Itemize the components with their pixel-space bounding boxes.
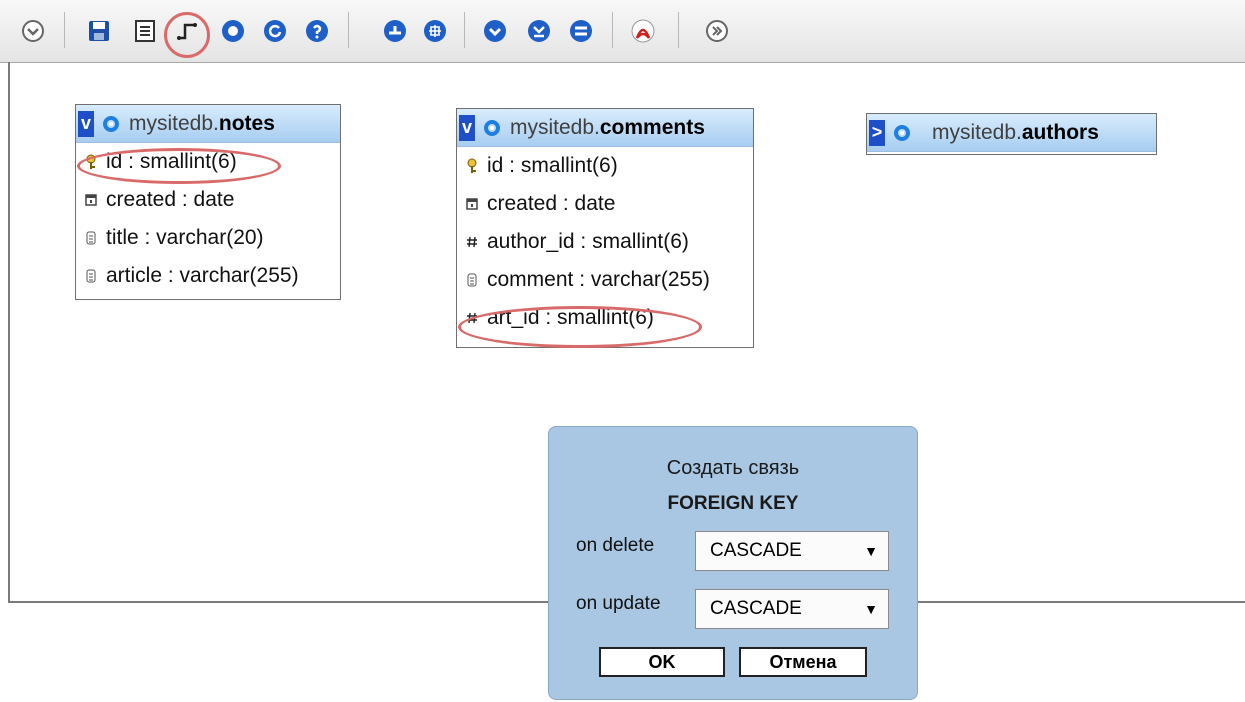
toolbar-separator bbox=[348, 12, 349, 48]
column-label: art_id : smallint(6) bbox=[487, 306, 654, 329]
on-delete-select[interactable]: CASCADE ▼ bbox=[695, 531, 889, 571]
calendar-icon bbox=[85, 194, 97, 206]
ok-button[interactable]: OK bbox=[599, 647, 725, 677]
angular-links-icon bbox=[384, 20, 406, 42]
calendar-icon bbox=[466, 198, 478, 210]
collapse-table-toggle[interactable]: v bbox=[459, 114, 475, 141]
expand-table-toggle[interactable]: > bbox=[869, 119, 885, 146]
table-notes-header[interactable]: v mysitedb. notes bbox=[76, 105, 340, 143]
dialog-title: Создать связь bbox=[666, 457, 800, 479]
dropdown-arrow-icon: ▼ bbox=[864, 543, 878, 559]
column-row[interactable]: author_id : smallint(6) bbox=[457, 223, 753, 261]
table-notes[interactable]: v mysitedb. notes id : smallint(6) create… bbox=[75, 104, 341, 300]
gear-icon[interactable] bbox=[482, 118, 502, 138]
grid-icon bbox=[424, 20, 446, 42]
column-label: created : date bbox=[487, 192, 616, 215]
circle-button[interactable] bbox=[220, 18, 246, 44]
toolbar-separator bbox=[64, 12, 65, 48]
reload-icon bbox=[264, 20, 286, 42]
foreign-key-dialog: Создать связь FOREIGN KEY on delete CASC… bbox=[548, 426, 918, 700]
hash-icon bbox=[467, 236, 477, 248]
save-button[interactable] bbox=[86, 18, 112, 44]
column-row[interactable]: title : varchar(20) bbox=[76, 219, 340, 257]
collapse-icon bbox=[528, 20, 550, 42]
on-delete-label: on delete bbox=[576, 535, 655, 556]
toolbar-separator bbox=[678, 12, 679, 48]
text-icon bbox=[86, 231, 96, 245]
table-comments[interactable]: v mysitedb. comments id : smallint(6) cre… bbox=[456, 108, 754, 348]
gear-icon[interactable] bbox=[101, 114, 121, 134]
column-label: comment : varchar(255) bbox=[487, 268, 710, 291]
export-pdf-button[interactable] bbox=[630, 18, 656, 44]
column-label: article : varchar(255) bbox=[106, 264, 299, 287]
column-label: created : date bbox=[106, 188, 235, 211]
column-row[interactable]: article : varchar(255) bbox=[76, 257, 340, 295]
dialog-subtitle: FOREIGN KEY bbox=[667, 493, 799, 514]
on-update-select[interactable]: CASCADE ▼ bbox=[695, 589, 889, 629]
designer-toolbar bbox=[0, 0, 1245, 63]
column-label: id : smallint(6) bbox=[106, 150, 237, 173]
save-icon bbox=[89, 21, 109, 41]
create-relation-button[interactable] bbox=[174, 18, 200, 44]
angular-links-button[interactable] bbox=[382, 18, 408, 44]
column-row[interactable]: id : smallint(6) bbox=[76, 143, 340, 181]
gear-icon[interactable] bbox=[892, 123, 912, 143]
chevron-down-icon bbox=[22, 20, 44, 42]
collapse-button[interactable] bbox=[526, 18, 552, 44]
table-name: authors bbox=[1021, 120, 1099, 144]
expand-icon bbox=[484, 20, 506, 42]
table-authors[interactable]: > mysitedb. authors bbox=[866, 113, 1157, 155]
toggle-menu-button[interactable] bbox=[20, 18, 46, 44]
list-icon bbox=[135, 20, 155, 42]
database-name: mysitedb. bbox=[510, 115, 600, 139]
column-label: author_id : smallint(6) bbox=[487, 230, 689, 253]
toggle-icon bbox=[570, 20, 592, 42]
collapse-table-toggle[interactable]: v bbox=[78, 110, 94, 137]
dropdown-arrow-icon: ▼ bbox=[864, 601, 878, 617]
table-name: comments bbox=[599, 115, 705, 139]
fullscreen-button[interactable] bbox=[704, 18, 730, 44]
hash-icon bbox=[467, 312, 477, 324]
column-row[interactable]: id : smallint(6) bbox=[457, 147, 753, 185]
column-label: title : varchar(20) bbox=[106, 226, 264, 249]
help-icon bbox=[306, 20, 328, 42]
toggle-button[interactable] bbox=[568, 18, 594, 44]
cancel-button[interactable]: Отмена bbox=[739, 647, 867, 677]
reload-button[interactable] bbox=[262, 18, 288, 44]
key-icon bbox=[467, 158, 477, 173]
column-row[interactable]: comment : varchar(255) bbox=[457, 261, 753, 299]
toolbar-separator bbox=[612, 12, 613, 48]
toolbar-separator bbox=[464, 12, 465, 48]
on-update-label: on update bbox=[576, 593, 661, 614]
on-delete-value: CASCADE bbox=[710, 540, 802, 561]
database-name: mysitedb. bbox=[932, 120, 1022, 144]
grid-button[interactable] bbox=[422, 18, 448, 44]
list-button[interactable] bbox=[132, 18, 158, 44]
relation-icon bbox=[177, 23, 197, 40]
key-icon bbox=[86, 154, 96, 169]
fullscreen-icon bbox=[706, 20, 728, 42]
column-row[interactable]: created : date bbox=[457, 185, 753, 223]
pdf-icon bbox=[631, 19, 655, 43]
table-authors-header[interactable]: > mysitedb. authors bbox=[867, 114, 1156, 152]
database-name: mysitedb. bbox=[129, 111, 219, 135]
table-name: notes bbox=[218, 111, 275, 135]
column-label: id : smallint(6) bbox=[487, 154, 618, 177]
circle-button-icon bbox=[222, 20, 244, 42]
column-row[interactable]: art_id : smallint(6) bbox=[457, 299, 753, 337]
help-button[interactable] bbox=[304, 18, 330, 44]
text-icon bbox=[86, 269, 96, 283]
table-comments-header[interactable]: v mysitedb. comments bbox=[457, 109, 753, 147]
on-update-value: CASCADE bbox=[710, 598, 802, 619]
text-icon bbox=[467, 273, 477, 287]
column-row[interactable]: created : date bbox=[76, 181, 340, 219]
expand-button[interactable] bbox=[482, 18, 508, 44]
